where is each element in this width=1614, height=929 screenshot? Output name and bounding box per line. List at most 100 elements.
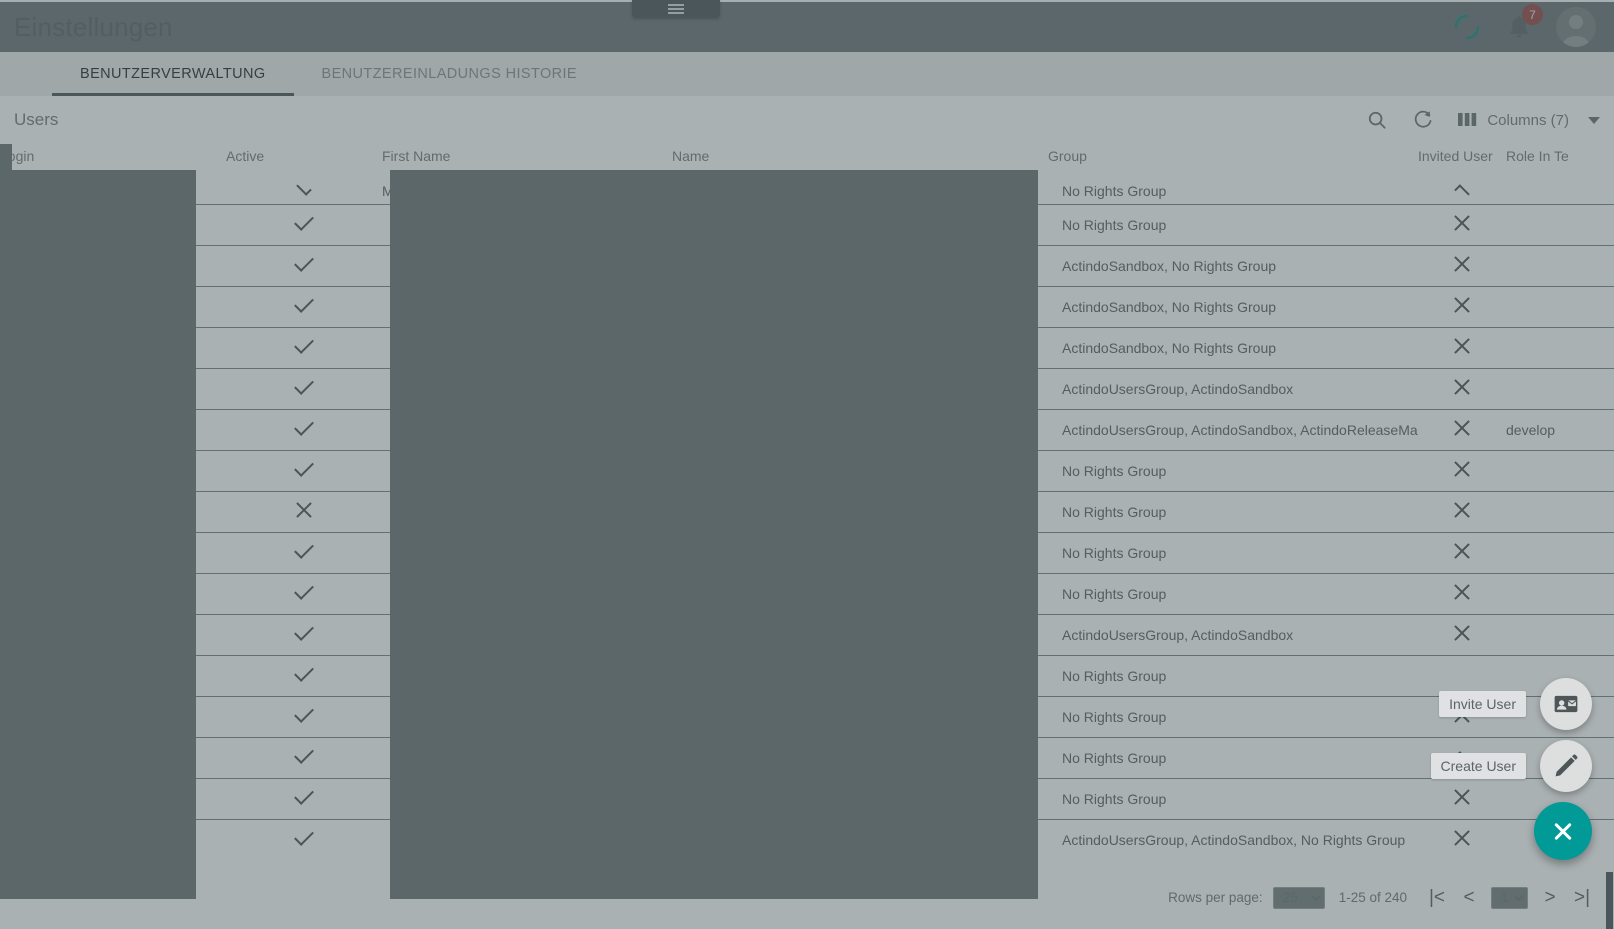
table-row[interactable]: ActindoSandbox, No Rights Group: [0, 244, 1614, 286]
cell-invited-user: [1418, 613, 1506, 655]
check-icon: [294, 334, 314, 354]
x-icon: [1452, 623, 1472, 643]
window-drag-handle[interactable]: [632, 0, 720, 18]
previous-page-button[interactable]: <: [1453, 882, 1485, 914]
table-row[interactable]: marie-sophiewender Marie-Sophie Wender No R…: [0, 178, 1614, 204]
check-icon: [294, 375, 314, 395]
cell-role-in-team: [1506, 572, 1614, 614]
page-title: Einstellungen: [14, 11, 173, 42]
table-row[interactable]: ActindoUsersGroup, ActindoSandbox: [0, 613, 1614, 655]
cell-first-name: [382, 695, 672, 737]
cell-name: Wender: [672, 182, 721, 199]
cell-first-name: [382, 449, 672, 491]
table-row[interactable]: No Rights Group: [0, 777, 1614, 819]
check-icon: [294, 744, 314, 764]
cell-invited-user: [1418, 531, 1506, 573]
cell-active: [226, 285, 382, 327]
tab-benutzereinladungs-historie[interactable]: BENUTZEREINLADUNGS HISTORIE: [294, 52, 605, 96]
table-row[interactable]: No Rights Group: [0, 449, 1614, 491]
column-header-role-in-team[interactable]: Role In Te: [1506, 144, 1614, 178]
notifications-button[interactable]: 7: [1504, 4, 1543, 42]
cell-group: No Rights Group: [1048, 777, 1418, 819]
cell-group: No Rights Group: [1048, 490, 1418, 532]
table-row[interactable]: No Rights Group: [0, 736, 1614, 778]
create-user-button[interactable]: [1540, 740, 1592, 792]
cell-name: [672, 695, 1048, 737]
check-icon: [294, 826, 314, 847]
table-head: Login Active First Name Name Group Invit…: [0, 144, 1614, 178]
refresh-icon[interactable]: [1410, 107, 1436, 133]
cell-first-name: [382, 531, 672, 573]
table-row[interactable]: No Rights Group: [0, 531, 1614, 573]
column-header-name[interactable]: Name: [672, 144, 1048, 178]
column-header-active[interactable]: Active: [226, 144, 382, 178]
check-icon: [294, 703, 314, 723]
page-number-select[interactable]: 12345: [1491, 886, 1528, 909]
search-icon[interactable]: [1364, 107, 1390, 133]
cell-name: [672, 408, 1048, 450]
column-header-login[interactable]: Login: [0, 144, 226, 178]
table-row[interactable]: ActindoUsersGroup, ActindoSandbox: [0, 367, 1614, 409]
rows-per-page-label: Rows per page:: [1168, 890, 1263, 905]
table-row[interactable]: No Rights Group: [0, 572, 1614, 614]
table-row[interactable]: ActindoSandbox, No Rights Group: [0, 326, 1614, 368]
user-avatar[interactable]: [1556, 7, 1596, 47]
floating-action-button-stack: Invite User Create User: [1430, 678, 1592, 860]
cell-login: [0, 203, 226, 245]
x-icon: [1452, 295, 1472, 315]
cell-login: [0, 367, 226, 409]
table-row[interactable]: ActindoUsersGroup, ActindoSandbox, No Ri…: [0, 818, 1614, 860]
avatar-body: [1562, 36, 1590, 47]
table-row[interactable]: ActindoUsersGroup, ActindoSandbox, Actin…: [0, 408, 1614, 450]
cell-invited-user: [1418, 244, 1506, 286]
columns-dropdown-button[interactable]: Columns (7): [1458, 111, 1600, 129]
invite-user-tooltip: Invite User: [1439, 691, 1526, 717]
cell-first-name: [382, 736, 672, 778]
last-page-button[interactable]: >|: [1566, 882, 1598, 914]
cell-name: [672, 531, 1048, 573]
vertical-scrollbar-thumb[interactable]: [1606, 872, 1613, 929]
cell-invited-user: [1418, 449, 1506, 491]
cell-invited-user: [1418, 285, 1506, 327]
cell-active: [226, 777, 382, 819]
x-icon: [1452, 500, 1472, 520]
cell-login: [0, 285, 226, 327]
columns-icon: [1458, 113, 1477, 126]
cell-active: [226, 736, 382, 778]
cell-active: [226, 531, 382, 573]
chevron-down-icon: [1588, 116, 1600, 124]
column-header-invited-user[interactable]: Invited User: [1418, 144, 1506, 178]
toolbar-actions: Columns (7): [1364, 107, 1600, 133]
cell-name: [672, 244, 1048, 286]
table-row[interactable]: No Rights Group: [0, 203, 1614, 245]
first-page-button[interactable]: |<: [1421, 882, 1453, 914]
table-row[interactable]: No Rights Group: [0, 654, 1614, 696]
column-header-group[interactable]: Group: [1048, 144, 1418, 178]
rows-per-page-select[interactable]: 5102550100: [1272, 886, 1325, 909]
loading-spinner-icon: [1452, 12, 1482, 42]
next-page-button[interactable]: >: [1534, 882, 1566, 914]
tab-benutzerverwaltung[interactable]: BENUTZERVERWALTUNG: [52, 52, 294, 96]
invite-user-button[interactable]: [1540, 678, 1592, 730]
table-row[interactable]: No Rights Group: [0, 490, 1614, 532]
cell-invited-user: [1418, 490, 1506, 532]
cell-role-in-team: [1506, 490, 1614, 532]
cell-first-name: [382, 613, 672, 655]
cell-name: [672, 203, 1048, 245]
cell-login: [0, 818, 226, 860]
cell-active: [226, 244, 382, 286]
close-speed-dial-button[interactable]: [1534, 802, 1592, 860]
column-header-first-name[interactable]: First Name: [382, 144, 672, 178]
columns-label: Columns (7): [1487, 111, 1569, 129]
cell-role-in-team: [1506, 244, 1614, 286]
check-icon: [294, 621, 314, 641]
x-icon: [1452, 418, 1472, 438]
contact-card-icon: [1554, 695, 1578, 713]
cell-first-name: [382, 203, 672, 245]
cell-login: [0, 736, 226, 778]
table-row[interactable]: ActindoSandbox, No Rights Group: [0, 285, 1614, 327]
tab-label: BENUTZERVERWALTUNG: [80, 66, 266, 82]
table-row[interactable]: No Rights Group: [0, 695, 1614, 737]
vertical-scrollbar[interactable]: [1605, 264, 1614, 929]
cell-first-name: [382, 572, 672, 614]
